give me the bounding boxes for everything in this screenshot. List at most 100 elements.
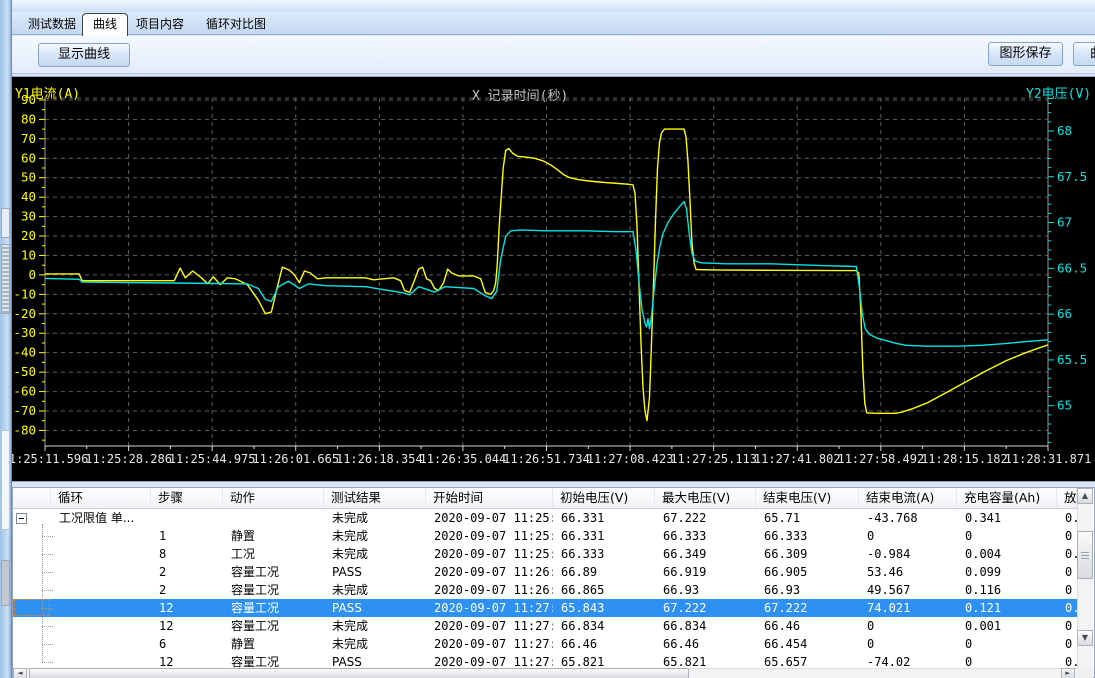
tab-curve[interactable]: 曲线	[82, 13, 128, 36]
table-row[interactable]: 2容量工况PASS2020-09-07 11:26:4166.8966.9196…	[13, 563, 1077, 581]
column-header-chg[interactable]: 充电容量(Ah)	[957, 488, 1057, 508]
horizontal-scrollbar-thumb[interactable]	[29, 668, 689, 678]
cell-step: 2	[151, 563, 223, 581]
scroll-up-button[interactable]: ▲	[1077, 488, 1093, 504]
cell-iend: -43.768	[859, 509, 957, 527]
scrollbar-corner	[1077, 668, 1093, 678]
cell-vmax: 66.834	[655, 617, 756, 635]
column-header-v0[interactable]: 初始电压(V)	[553, 488, 655, 508]
scroll-right-button[interactable]: ►	[1061, 668, 1075, 678]
cell-start: 2020-09-07 11:27:22	[426, 617, 553, 635]
tree-collapse-icon[interactable]	[16, 513, 27, 524]
cell-cycle	[51, 527, 151, 545]
svg-text:11:25:44.975: 11:25:44.975	[169, 452, 256, 466]
cell-vend: 65.657	[756, 653, 859, 668]
clipped-curve-button[interactable]: 曲	[1073, 42, 1095, 66]
svg-text:65: 65	[1057, 398, 1072, 413]
table-row[interactable]: 6静置未完成2020-09-07 11:27:5466.4666.4666.45…	[13, 635, 1077, 653]
cell-chg: 0.099	[957, 563, 1057, 581]
svg-text:11:26:51.734: 11:26:51.734	[503, 452, 590, 466]
table-row[interactable]: 8工况未完成2020-09-07 11:25:1566.33366.34966.…	[13, 545, 1077, 563]
vertical-scrollbar-thumb[interactable]	[1077, 531, 1093, 579]
cell-vend: 66.46	[756, 617, 859, 635]
column-header-cycle[interactable]: 循环	[51, 488, 151, 508]
scroll-left-button[interactable]: ◄	[13, 668, 27, 678]
main-app-panel: 测试数据 曲线 项目内容 循环对比图 显示曲线 图形保存 曲 Y1电流(A) X…	[12, 0, 1095, 678]
save-graph-button[interactable]: 图形保存	[988, 42, 1063, 66]
column-header-action[interactable]: 动作	[223, 488, 324, 508]
cell-dchg: 0	[1057, 617, 1077, 635]
tab-project-content[interactable]: 项目内容	[126, 14, 194, 35]
background-window-fragment	[1, 560, 10, 606]
cell-iend: -0.984	[859, 545, 957, 563]
column-header-dchg[interactable]: 放电容	[1057, 488, 1077, 508]
cell-start: 2020-09-07 11:26:53	[426, 581, 553, 599]
tab-cycle-compare[interactable]: 循环对比图	[196, 14, 276, 35]
cell-iend: 74.021	[859, 599, 957, 617]
cell-action: 容量工况	[223, 581, 324, 599]
chart-panel: Y1电流(A) X 记录时间(秒) Y2电压(V) 90807060504030…	[12, 76, 1095, 482]
tree-trunk-line	[42, 524, 43, 662]
svg-text:11:27:25.113: 11:27:25.113	[670, 452, 757, 466]
tree-branch-line	[42, 662, 53, 663]
cell-action	[223, 509, 324, 527]
cell-action: 工况	[223, 545, 324, 563]
svg-text:11:28:15.182: 11:28:15.182	[921, 452, 1008, 466]
svg-text:11:25:28.286: 11:25:28.286	[85, 452, 172, 466]
svg-text:90: 90	[21, 92, 36, 107]
column-header-iend[interactable]: 结束电流(A)	[859, 488, 957, 508]
cell-result: 未完成	[324, 527, 426, 545]
application-window: 测试数据 曲线 项目内容 循环对比图 显示曲线 图形保存 曲 Y1电流(A) X…	[0, 0, 1095, 678]
svg-text:11:27:08.423: 11:27:08.423	[587, 452, 674, 466]
table-row[interactable]: 1静置未完成2020-09-07 11:25:1166.33166.33366.…	[13, 527, 1077, 545]
cell-v0: 65.843	[553, 599, 655, 617]
svg-text:11:27:58.492: 11:27:58.492	[837, 452, 924, 466]
cell-vmax: 66.93	[655, 581, 756, 599]
table-row[interactable]: 12容量工况PASS2020-09-07 11:27:5665.82165.82…	[13, 653, 1077, 668]
cell-iend: 0	[859, 617, 957, 635]
table-row[interactable]: 12容量工况未完成2020-09-07 11:27:2266.83466.834…	[13, 617, 1077, 635]
column-header-result[interactable]: 测试结果	[324, 488, 426, 508]
cell-dchg: 0	[1057, 635, 1077, 653]
svg-text:80: 80	[21, 111, 36, 126]
cell-vmax: 66.349	[655, 545, 756, 563]
show-curve-button[interactable]: 显示曲线	[38, 43, 130, 67]
cell-v0: 66.834	[553, 617, 655, 635]
svg-text:-60: -60	[13, 384, 36, 399]
svg-text:-30: -30	[13, 325, 36, 340]
cell-step: 12	[151, 599, 223, 617]
table-row-selected[interactable]: 12容量工况PASS2020-09-07 11:27:1165.84367.22…	[13, 599, 1077, 617]
cell-step: 2	[151, 581, 223, 599]
cell-cycle	[51, 581, 151, 599]
table-body: 工况限值 单...未完成2020-09-07 11:25:1166.33167.…	[13, 509, 1077, 668]
tab-test-data[interactable]: 测试数据	[18, 14, 86, 35]
svg-text:11:27:41.802: 11:27:41.802	[754, 452, 841, 466]
column-header-tree[interactable]	[13, 488, 51, 508]
cell-vend: 67.222	[756, 599, 859, 617]
cell-cycle	[51, 545, 151, 563]
table-row[interactable]: 2容量工况未完成2020-09-07 11:26:5366.86566.9366…	[13, 581, 1077, 599]
cell-result: PASS	[324, 599, 426, 617]
svg-text:66.5: 66.5	[1057, 260, 1087, 275]
cell-start: 2020-09-07 11:27:54	[426, 635, 553, 653]
column-header-step[interactable]: 步骤	[151, 488, 223, 508]
cell-result: PASS	[324, 563, 426, 581]
cell-vmax: 66.46	[655, 635, 756, 653]
tree-branch-line	[42, 554, 53, 555]
column-header-vmax[interactable]: 最大电压(V)	[655, 488, 756, 508]
cell-result: 未完成	[324, 635, 426, 653]
cell-vmax: 65.821	[655, 653, 756, 668]
result-table-panel: 循环步骤动作测试结果开始时间初始电压(V)最大电压(V)结束电压(V)结束电流(…	[12, 487, 1095, 678]
column-header-vend[interactable]: 结束电压(V)	[756, 488, 859, 508]
svg-text:-40: -40	[13, 345, 36, 360]
cell-dchg: 0.	[1057, 653, 1077, 668]
cell-cycle	[51, 635, 151, 653]
scroll-down-button[interactable]: ▼	[1077, 630, 1093, 646]
svg-text:66: 66	[1057, 306, 1072, 321]
cell-iend: 53.46	[859, 563, 957, 581]
column-header-start[interactable]: 开始时间	[426, 488, 553, 508]
table-row[interactable]: 工况限值 单...未完成2020-09-07 11:25:1166.33167.…	[13, 509, 1077, 527]
cell-cycle: 工况限值 单...	[51, 509, 151, 527]
svg-text:-10: -10	[13, 286, 36, 301]
svg-text:-50: -50	[13, 364, 36, 379]
